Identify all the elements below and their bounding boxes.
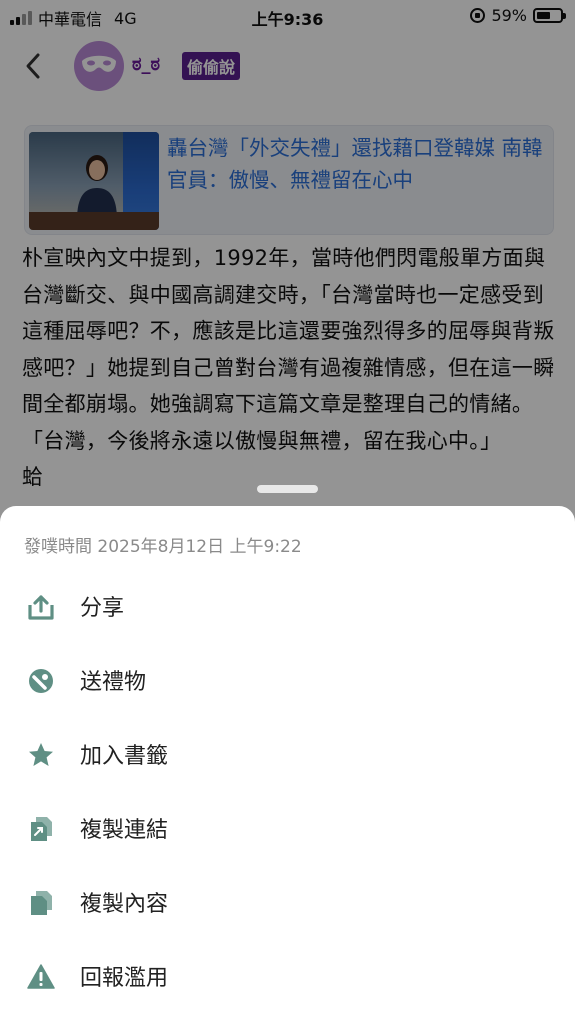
post-time: 發噗時間 2025年8月12日 上午9:22 [24,537,302,557]
star-icon [26,740,56,770]
report-abuse-button[interactable]: 回報濫用 [0,946,575,1006]
copy-content-icon [26,888,56,918]
copy-link-label: 複製連結 [80,818,169,843]
gift-icon [26,666,56,696]
report-abuse-label: 回報濫用 [80,966,169,991]
copy-content-label: 複製內容 [80,892,169,917]
share-icon [26,592,56,622]
bookmark-label: 加入書籤 [80,744,169,769]
bookmark-button[interactable]: 加入書籤 [0,724,575,784]
gift-button[interactable]: 送禮物 [0,650,575,710]
action-sheet: 發噗時間 2025年8月12日 上午9:22 分享 送禮物 加入書籤 複製連結 … [0,506,575,1024]
copy-link-icon [26,814,56,844]
share-label: 分享 [80,596,125,621]
gift-label: 送禮物 [80,670,147,695]
copy-link-button[interactable]: 複製連結 [0,798,575,858]
warning-icon [26,962,56,992]
copy-content-button[interactable]: 複製內容 [0,872,575,932]
sheet-grabber[interactable] [257,485,318,493]
share-button[interactable]: 分享 [0,576,575,636]
app-screen: 中華電信 4G 上午9:36 59% ಠ_ಠ 偷偷說 轟台灣「外交失禮」還找藉口… [0,0,575,1024]
